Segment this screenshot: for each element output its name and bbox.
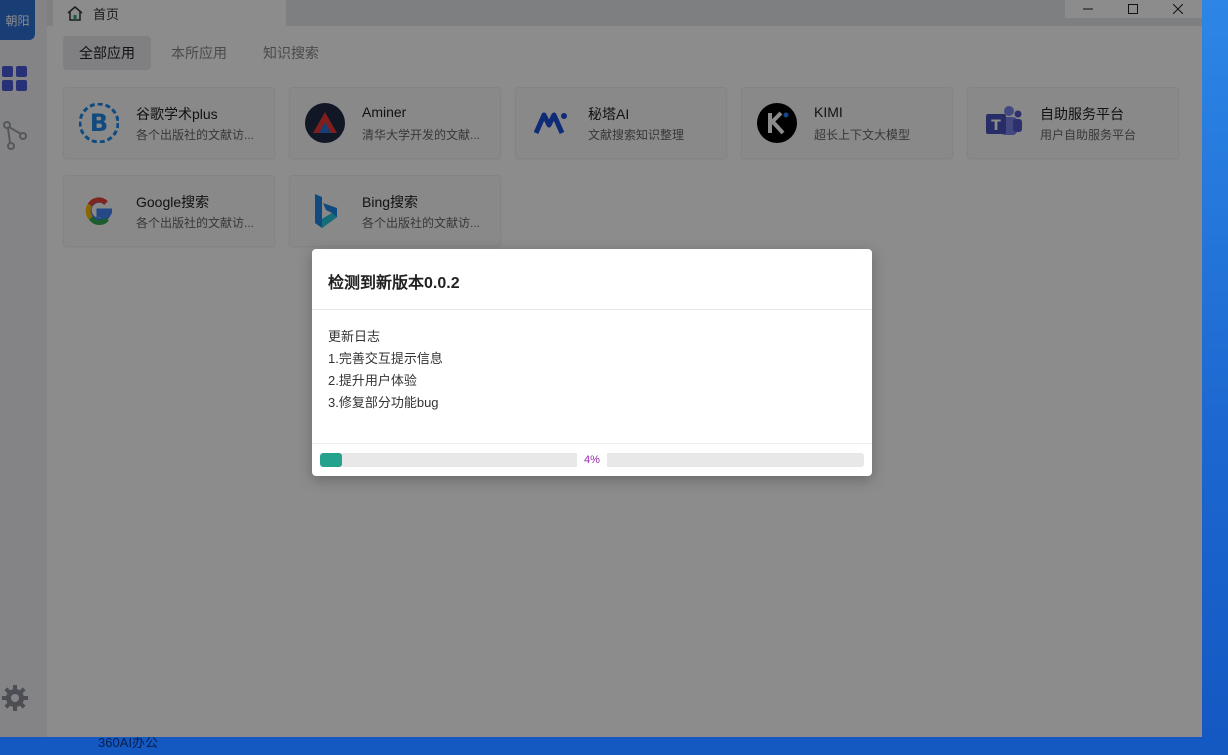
progress-percent-label: 4% bbox=[577, 453, 607, 467]
changelog-item: 3.修复部分功能bug bbox=[328, 395, 439, 410]
download-progress-bar: 4% bbox=[320, 453, 864, 467]
changelog-item: 2.提升用户体验 bbox=[328, 373, 417, 388]
update-dialog: 检测到新版本0.0.2 更新日志 1.完善交互提示信息 2.提升用户体验 3.修… bbox=[312, 249, 872, 476]
dialog-title: 检测到新版本0.0.2 bbox=[328, 275, 460, 292]
changelog-item: 1.完善交互提示信息 bbox=[328, 351, 443, 366]
changelog: 更新日志 1.完善交互提示信息 2.提升用户体验 3.修复部分功能bug bbox=[328, 326, 443, 414]
app-window: 朝阳 首页 全部应用 本所应用 知识搜索 B 谷歌学术plus 各个出版社的文献… bbox=[0, 0, 1202, 737]
dialog-divider bbox=[312, 309, 872, 310]
changelog-heading: 更新日志 bbox=[328, 329, 381, 344]
progress-fill bbox=[320, 453, 342, 467]
dialog-divider bbox=[312, 443, 872, 444]
